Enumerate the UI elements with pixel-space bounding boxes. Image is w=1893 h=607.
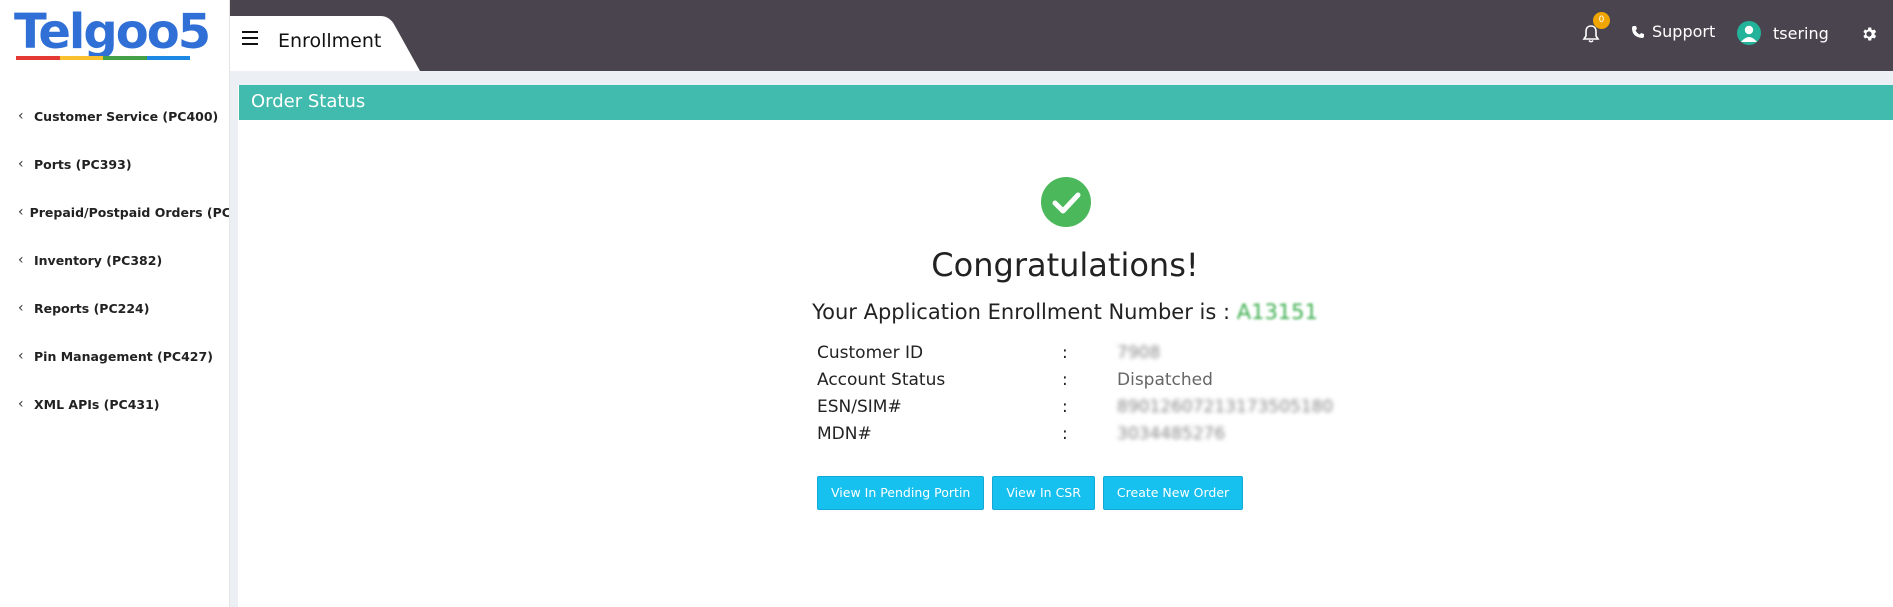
- avatar: [1737, 21, 1761, 45]
- support-label: Support: [1652, 22, 1716, 41]
- detail-label: Account Status: [817, 370, 946, 390]
- sidebar-item-inventory[interactable]: ‹ Inventory (PC382): [0, 236, 229, 284]
- detail-label: ESN/SIM#: [817, 397, 902, 417]
- action-buttons: View In Pending Portin View In CSR Creat…: [817, 476, 1244, 510]
- sidebar-item-label: Inventory (PC382): [34, 252, 163, 268]
- notification-badge: 0: [1593, 12, 1610, 29]
- sidebar-nav: ‹ Customer Service (PC400) ‹ Ports (PC39…: [0, 92, 230, 428]
- detail-separator: :: [1062, 343, 1068, 363]
- view-csr-button[interactable]: View In CSR: [992, 476, 1095, 510]
- top-bar: Enrollment 0 Support tsering: [230, 0, 1893, 71]
- chevron-left-icon: ‹: [18, 204, 24, 220]
- detail-value: Dispatched: [1117, 370, 1213, 390]
- detail-label: MDN#: [817, 424, 872, 444]
- detail-value: 3034485276: [1117, 424, 1226, 444]
- chevron-left-icon: ‹: [18, 252, 24, 268]
- gear-icon[interactable]: [1860, 25, 1878, 43]
- chevron-left-icon: ‹: [18, 396, 24, 412]
- sidebar-item-ports[interactable]: ‹ Ports (PC393): [0, 140, 229, 188]
- tab-enrollment[interactable]: Enrollment: [278, 30, 381, 52]
- detail-separator: :: [1062, 397, 1068, 417]
- user-menu[interactable]: tsering: [1737, 21, 1829, 45]
- success-check-icon: [1041, 177, 1091, 227]
- user-icon: [1741, 25, 1757, 42]
- sidebar-item-pin-management[interactable]: ‹ Pin Management (PC427): [0, 332, 229, 380]
- section-header: Order Status: [239, 85, 1893, 120]
- user-name: tsering: [1773, 23, 1829, 43]
- chevron-left-icon: ‹: [18, 156, 24, 172]
- chevron-left-icon: ‹: [18, 348, 24, 364]
- sidebar-item-label: Prepaid/Postpaid Orders (PC109): [29, 204, 230, 220]
- telgoo5-logo[interactable]: Telgoo5: [14, 6, 214, 64]
- content-top-strip: [230, 71, 1893, 85]
- sidebar-item-customer-service[interactable]: ‹ Customer Service (PC400): [0, 92, 229, 140]
- sidebar-item-reports[interactable]: ‹ Reports (PC224): [0, 284, 229, 332]
- sidebar-item-label: Reports (PC224): [34, 300, 150, 316]
- sidebar-item-label: XML APIs (PC431): [34, 396, 160, 412]
- sidebar-item-prepaid-postpaid-orders[interactable]: ‹ Prepaid/Postpaid Orders (PC109): [0, 188, 230, 236]
- phone-icon: [1632, 25, 1644, 38]
- detail-value: 7908: [1117, 343, 1161, 363]
- menu-icon[interactable]: [242, 31, 258, 45]
- detail-separator: :: [1062, 424, 1068, 444]
- enrollment-number-text: Your Application Enrollment Number is :: [812, 300, 1237, 324]
- view-pending-portin-button[interactable]: View In Pending Portin: [817, 476, 985, 510]
- enrollment-number-line: Your Application Enrollment Number is : …: [680, 300, 1450, 324]
- create-new-order-button[interactable]: Create New Order: [1102, 476, 1244, 510]
- chevron-left-icon: ‹: [18, 300, 24, 316]
- sidebar: Telgoo5 ‹ Customer Service (PC400) ‹ Por…: [0, 0, 230, 607]
- detail-label: Customer ID: [817, 343, 924, 363]
- detail-value: 89012607213173505180: [1117, 397, 1334, 417]
- sidebar-item-label: Ports (PC393): [34, 156, 132, 172]
- detail-separator: :: [1062, 370, 1068, 390]
- sidebar-item-label: Customer Service (PC400): [34, 108, 219, 124]
- enrollment-number: A13151: [1236, 300, 1318, 324]
- success-heading: Congratulations!: [931, 246, 1199, 284]
- sidebar-item-label: Pin Management (PC427): [34, 348, 213, 364]
- sidebar-item-xml-apis[interactable]: ‹ XML APIs (PC431): [0, 380, 229, 428]
- chevron-left-icon: ‹: [18, 108, 24, 124]
- logo-color-bar: [16, 56, 190, 60]
- logo-text: Telgoo5: [14, 4, 211, 60]
- content-gutter: [230, 71, 238, 607]
- support-link[interactable]: Support: [1631, 22, 1715, 41]
- page-title: Order Status: [251, 91, 366, 112]
